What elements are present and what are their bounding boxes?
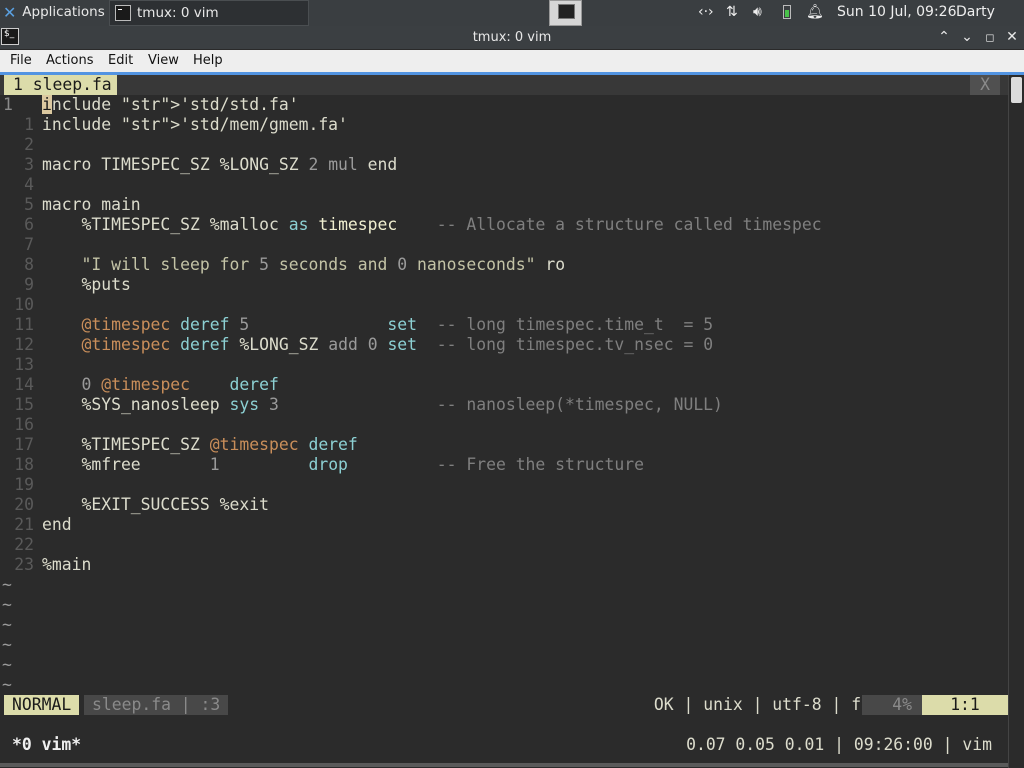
code-text: %main [42, 555, 92, 574]
vim-status-line: NORMAL sleep.fa | :3 OK | unix | utf-8 |… [0, 695, 1008, 715]
window-title-bar[interactable]: $_ tmux: 0 vim ⌃ ⌄ ◻ ✕ [0, 26, 1024, 50]
line-number: 15 [14, 395, 34, 414]
network-updown-icon[interactable]: ⇅ [726, 0, 738, 26]
empty-line-tilde: ~ [2, 655, 12, 674]
line-number: 22 [14, 535, 34, 554]
line-number: 1 [24, 115, 34, 134]
vim-tab-close-button[interactable]: X [970, 75, 1000, 95]
top-panel: ✕ Applications ⁞ tmux: 0 vim ‹·› ⇅ 🔊︎ 🔔︎… [0, 0, 1024, 45]
terminal-scrollbar[interactable] [1008, 75, 1024, 768]
line-number: 4 [24, 175, 34, 194]
code-text: %TIMESPEC_SZ @timespec deref [42, 435, 358, 454]
line-number: 21 [14, 515, 34, 534]
taskbar-item-tmux[interactable]: tmux: 0 vim [109, 0, 309, 26]
code-text: macro main [42, 195, 141, 214]
line-number: 16 [14, 415, 34, 434]
menu-view[interactable]: View [148, 50, 179, 72]
vim-mode: NORMAL [4, 695, 80, 715]
menu-help[interactable]: Help [193, 50, 223, 72]
line-number: 6 [24, 215, 34, 234]
applications-menu[interactable]: ✕ Applications ⁞ [0, 0, 115, 26]
taskbar-item-label: tmux: 0 vim [137, 5, 219, 21]
code-text: 0 @timespec deref [81, 375, 279, 394]
empty-line-tilde: ~ [2, 595, 12, 614]
empty-line-tilde: ~ [2, 575, 12, 594]
battery-level [785, 10, 789, 17]
user-name[interactable]: Darty uwu [956, 0, 1024, 45]
tmux-window-label[interactable]: *0 vim* [12, 735, 81, 755]
vim-file-info: sleep.fa | :3 [84, 695, 229, 715]
empty-line-tilde: ~ [2, 635, 12, 654]
xfce-logo-icon: ✕ [3, 3, 17, 22]
code-text: "I will sleep for 5 seconds and 0 nanose… [81, 255, 566, 274]
workspace-switcher-button[interactable] [549, 0, 582, 26]
terminal-area[interactable]: 1 sleep.fa X 1 include "str">'std/std.fa'… [0, 75, 1024, 768]
code-text: %puts [42, 275, 131, 294]
maximize-window-icon[interactable]: ◻ [980, 26, 1000, 49]
tmux-status-bar: *0 vim* 0.07 0.05 0.01 | 09:26:00 | vim [0, 735, 1008, 755]
code-text: %mfree 1 drop -- Free the structure [42, 455, 644, 474]
empty-line-tilde: ~ [2, 675, 12, 694]
code-text: include "str">'std/std.fa' [42, 95, 299, 114]
line-number: 13 [14, 355, 34, 374]
code-text: %EXIT_SUCCESS %exit [42, 495, 269, 514]
code-text: macro TIMESPEC_SZ %LONG_SZ 2 mul end [42, 155, 398, 174]
empty-line-tilde: ~ [2, 615, 12, 634]
code-text: @timespec deref 5 set -- long timespec.t… [81, 315, 714, 334]
menu-edit[interactable]: Edit [108, 50, 133, 72]
workspace-icon [558, 4, 575, 19]
vim-tabline: 1 sleep.fa X [0, 75, 1008, 95]
line-number: 3 [24, 155, 34, 174]
menu-bar: File Actions Edit View Help [0, 50, 1024, 75]
scrollbar-thumb[interactable] [1011, 77, 1022, 103]
tmux-status-right: 0.07 0.05 0.01 | 09:26:00 | vim [686, 735, 992, 754]
code-text: end [42, 515, 72, 534]
line-number: 23 [14, 555, 34, 574]
vim-tab-sleep[interactable]: 1 sleep.fa [4, 75, 117, 95]
window-title: tmux: 0 vim [472, 30, 552, 45]
code-text: %TIMESPEC_SZ %malloc as timespec -- Allo… [42, 215, 822, 234]
code-text: %SYS_nanosleep sys 3 -- nanosleep(*times… [42, 395, 723, 414]
menu-actions[interactable]: Actions [46, 50, 94, 72]
line-number: 10 [14, 295, 34, 314]
line-number: 14 [14, 375, 34, 394]
line-number: 12 [14, 335, 34, 354]
code-text: @timespec deref %LONG_SZ add 0 set -- lo… [81, 335, 714, 354]
minimize-window-icon[interactable]: ⌄ [957, 26, 977, 49]
line-number: 5 [24, 195, 34, 214]
code-text: include "str">'std/mem/gmem.fa' [42, 115, 348, 134]
battery-icon[interactable] [783, 5, 791, 19]
volume-icon[interactable]: 🔊︎ [753, 0, 762, 26]
close-window-icon[interactable]: ✕ [1002, 26, 1022, 49]
line-number: 20 [14, 495, 34, 514]
line-number: 17 [14, 435, 34, 454]
clock[interactable]: Sun 10 Jul, 09:26 [837, 0, 957, 26]
shade-window-icon[interactable]: ⌃ [934, 26, 954, 49]
vim-cursor-position: 1:1 [922, 695, 1008, 715]
line-number: 8 [24, 255, 34, 274]
menu-file[interactable]: File [10, 50, 32, 72]
vim-scroll-percent: 4% [862, 695, 922, 715]
line-number: 18 [14, 455, 34, 474]
line-number: 2 [24, 135, 34, 154]
tmux-bottom-border [0, 763, 1008, 767]
notification-bell-icon[interactable]: 🔔︎ [806, 0, 824, 26]
line-number: 1 [3, 95, 13, 114]
line-number: 11 [14, 315, 34, 334]
network-arrows-icon[interactable]: ‹·› [698, 0, 714, 26]
vim-file-format: OK | unix | utf-8 | fa [653, 695, 871, 714]
terminal-icon [115, 5, 131, 21]
applications-label: Applications [22, 4, 105, 20]
line-number: 7 [24, 235, 34, 254]
line-number: 19 [14, 475, 34, 494]
line-number: 9 [24, 275, 34, 294]
